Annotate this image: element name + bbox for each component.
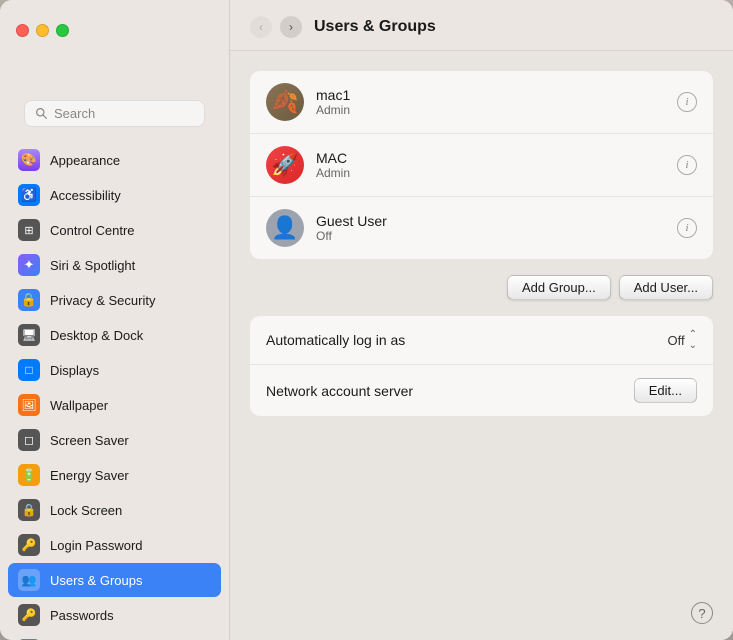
- user-info-mac1: mac1 Admin: [316, 87, 665, 117]
- setting-label: Network account server: [266, 383, 622, 399]
- sidebar: 🎨 Appearance ♿ Accessibility ⊞ Control C…: [0, 0, 230, 640]
- user-role: Admin: [316, 103, 665, 117]
- sidebar-item-label: Displays: [50, 363, 99, 378]
- user-info-guest: Guest User Off: [316, 213, 665, 243]
- sidebar-items: 🎨 Appearance ♿ Accessibility ⊞ Control C…: [0, 143, 229, 640]
- appearance-icon: 🎨: [18, 149, 40, 171]
- user-row-mac1[interactable]: 🍂 mac1 Admin i: [250, 71, 713, 134]
- users-icon: 👥: [18, 569, 40, 591]
- sidebar-item-passwords[interactable]: 🔑 Passwords: [8, 598, 221, 632]
- sidebar-item-accessibility[interactable]: ♿ Accessibility: [8, 178, 221, 212]
- add-buttons-row: Add Group... Add User...: [250, 275, 713, 300]
- sidebar-item-label: Lock Screen: [50, 503, 122, 518]
- sidebar-item-appearance[interactable]: 🎨 Appearance: [8, 143, 221, 177]
- close-button[interactable]: [16, 24, 29, 37]
- sidebar-item-label: Desktop & Dock: [50, 328, 143, 343]
- sidebar-item-label: Energy Saver: [50, 468, 129, 483]
- user-role: Admin: [316, 166, 665, 180]
- lockscreen-icon: 🔒: [18, 499, 40, 521]
- sidebar-item-label: Control Centre: [50, 223, 135, 238]
- sidebar-item-loginpwd[interactable]: 🔑 Login Password: [8, 528, 221, 562]
- wallpaper-icon: 🖼: [18, 394, 40, 416]
- stepper-chevron: ⌃⌄: [689, 329, 697, 351]
- sidebar-item-siri[interactable]: ✦ Siri & Spotlight: [8, 248, 221, 282]
- sidebar-item-desktop[interactable]: 🖥 Desktop & Dock: [8, 318, 221, 352]
- siri-icon: ✦: [18, 254, 40, 276]
- setting-label: Automatically log in as: [266, 332, 656, 348]
- sidebar-item-internet[interactable]: @ Internet Accounts: [8, 633, 221, 640]
- user-info-button-guest[interactable]: i: [677, 218, 697, 238]
- auto-login-value[interactable]: Off ⌃⌄: [668, 329, 698, 351]
- sidebar-item-label: Wallpaper: [50, 398, 108, 413]
- user-avatar-guest: 👤: [266, 209, 304, 247]
- traffic-lights: [16, 24, 69, 37]
- accessibility-icon: ♿: [18, 184, 40, 206]
- main-header: ‹ › Users & Groups: [230, 0, 733, 51]
- add-group-button[interactable]: Add Group...: [507, 275, 611, 300]
- users-list: 🍂 mac1 Admin i 🚀 MAC Admin: [250, 71, 713, 259]
- user-avatar-mac1: 🍂: [266, 83, 304, 121]
- sidebar-item-energy[interactable]: 🔋 Energy Saver: [8, 458, 221, 492]
- privacy-icon: 🔒: [18, 289, 40, 311]
- main-panel: ‹ › Users & Groups 🍂 mac1 Admin i: [230, 0, 733, 640]
- user-name: MAC: [316, 150, 665, 166]
- user-info-button-mac1[interactable]: i: [677, 92, 697, 112]
- sidebar-item-displays[interactable]: □ Displays: [8, 353, 221, 387]
- settings-section: Automatically log in as Off ⌃⌄ Network a…: [250, 316, 713, 416]
- sidebar-item-users[interactable]: 👥 Users & Groups: [8, 563, 221, 597]
- auto-login-text: Off: [668, 333, 685, 348]
- user-name: Guest User: [316, 213, 665, 229]
- sidebar-item-privacy[interactable]: 🔒 Privacy & Security: [8, 283, 221, 317]
- edit-network-button[interactable]: Edit...: [634, 378, 697, 403]
- sidebar-item-lockscreen[interactable]: 🔒 Lock Screen: [8, 493, 221, 527]
- page-title: Users & Groups: [314, 18, 436, 36]
- back-button[interactable]: ‹: [250, 16, 272, 38]
- user-name: mac1: [316, 87, 665, 103]
- sidebar-item-label: Privacy & Security: [50, 293, 155, 308]
- sidebar-item-label: Screen Saver: [50, 433, 129, 448]
- add-user-button[interactable]: Add User...: [619, 275, 713, 300]
- maximize-button[interactable]: [56, 24, 69, 37]
- sidebar-item-label: Appearance: [50, 153, 120, 168]
- loginpwd-icon: 🔑: [18, 534, 40, 556]
- help-button[interactable]: ?: [691, 602, 713, 624]
- sidebar-item-label: Siri & Spotlight: [50, 258, 135, 273]
- user-info-mac: MAC Admin: [316, 150, 665, 180]
- user-row-mac[interactable]: 🚀 MAC Admin i: [250, 134, 713, 197]
- desktop-icon: 🖥: [18, 324, 40, 346]
- setting-row-autologin: Automatically log in as Off ⌃⌄: [250, 316, 713, 365]
- sidebar-item-label: Passwords: [50, 608, 114, 623]
- screensaver-icon: ◻: [18, 429, 40, 451]
- main-content: 🍂 mac1 Admin i 🚀 MAC Admin: [230, 51, 733, 640]
- sidebar-item-label: Accessibility: [50, 188, 121, 203]
- user-avatar-mac: 🚀: [266, 146, 304, 184]
- forward-button[interactable]: ›: [280, 16, 302, 38]
- sidebar-item-screensaver[interactable]: ◻ Screen Saver: [8, 423, 221, 457]
- user-row-guest[interactable]: 👤 Guest User Off i: [250, 197, 713, 259]
- user-role: Off: [316, 229, 665, 243]
- sidebar-item-label: Login Password: [50, 538, 143, 553]
- search-icon: [35, 107, 48, 120]
- sidebar-item-control-centre[interactable]: ⊞ Control Centre: [8, 213, 221, 247]
- displays-icon: □: [18, 359, 40, 381]
- sidebar-item-label: Users & Groups: [50, 573, 142, 588]
- search-box[interactable]: [24, 100, 205, 127]
- control-centre-icon: ⊞: [18, 219, 40, 241]
- minimize-button[interactable]: [36, 24, 49, 37]
- user-info-button-mac[interactable]: i: [677, 155, 697, 175]
- sidebar-item-wallpaper[interactable]: 🖼 Wallpaper: [8, 388, 221, 422]
- setting-row-network: Network account server Edit...: [250, 365, 713, 416]
- search-input[interactable]: [54, 106, 194, 121]
- passwords-icon: 🔑: [18, 604, 40, 626]
- energy-icon: 🔋: [18, 464, 40, 486]
